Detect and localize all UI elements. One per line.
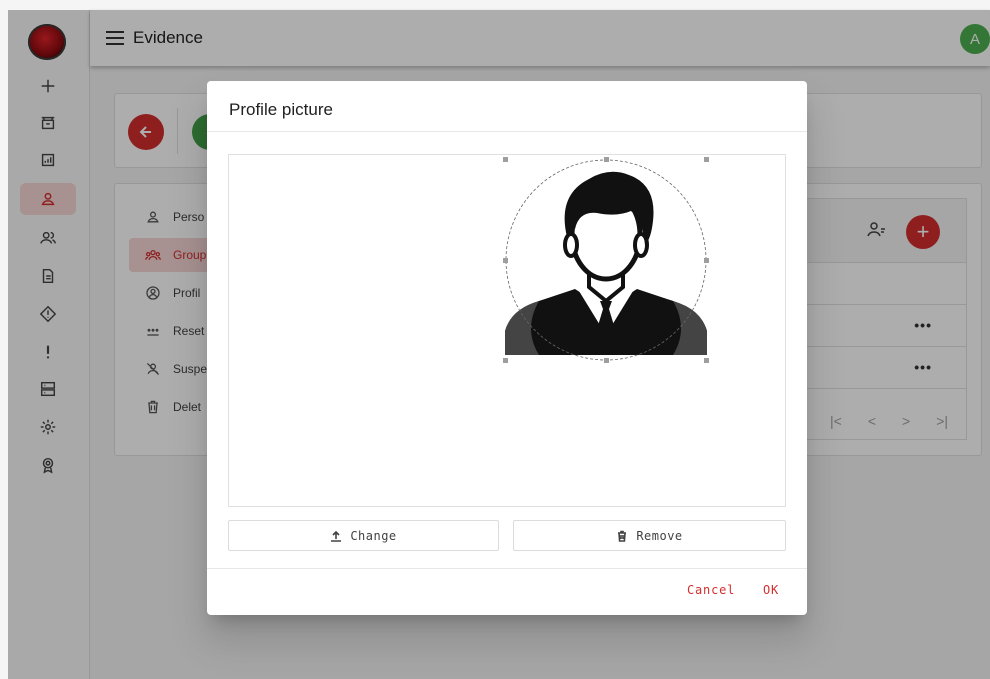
divider	[207, 568, 807, 569]
dialog-title: Profile picture	[229, 100, 333, 119]
ok-button[interactable]: OK	[763, 583, 779, 597]
cancel-button[interactable]: Cancel	[687, 583, 735, 597]
crop-handle[interactable]	[704, 157, 709, 162]
crop-handle[interactable]	[604, 157, 609, 162]
trash-icon	[618, 530, 627, 542]
image-crop-canvas[interactable]	[228, 154, 786, 507]
crop-handle[interactable]	[503, 258, 508, 263]
crop-handle[interactable]	[604, 358, 609, 363]
divider	[207, 131, 807, 132]
crop-area[interactable]	[503, 157, 709, 363]
crop-handle[interactable]	[704, 258, 709, 263]
change-picture-button[interactable]: Change	[228, 520, 499, 551]
crop-handle[interactable]	[503, 157, 508, 162]
app-root: Evidence A Perso Group Profil Reset Susp…	[0, 0, 990, 679]
person-silhouette-image	[505, 159, 707, 361]
change-button-label: Change	[350, 528, 397, 543]
remove-button-label: Remove	[636, 528, 683, 543]
crop-handle[interactable]	[503, 358, 508, 363]
upload-icon	[331, 530, 342, 542]
profile-picture-dialog: Profile picture Change Remove Cancel OK	[207, 81, 807, 615]
crop-handle[interactable]	[704, 358, 709, 363]
remove-picture-button[interactable]: Remove	[513, 520, 786, 551]
